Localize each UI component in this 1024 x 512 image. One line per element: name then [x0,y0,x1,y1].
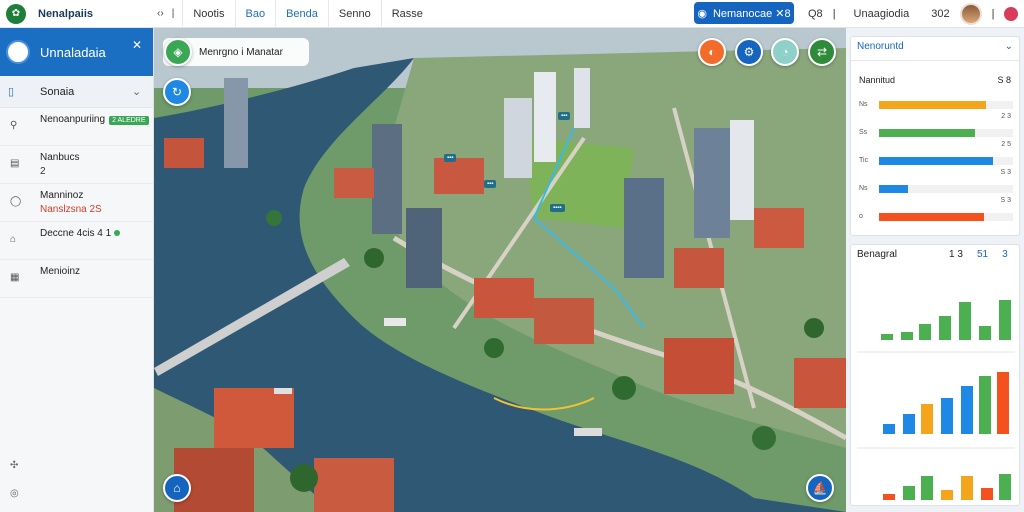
right-panel: Nenoruntd ⌄ Nannitud S 8 Ns 2 3 Ss 2 5 Ti… [846,28,1024,512]
profile-badge-icon [6,40,30,64]
map-canvas[interactable] [154,28,846,512]
document-icon: ▯ [8,86,15,98]
stats-card: Nenoruntd ⌄ Nannitud S 8 Ns 2 3 Ss 2 5 Ti… [850,36,1020,236]
sidebar-item-3[interactable]: ◯ Manninoz Nanslzsna 2S [0,184,153,222]
row-label: o [859,213,863,220]
row-label: Ns [859,101,868,108]
sidebar: Unnaladaia ✕ ▯ Sonaia ⌄ ⚲ Nenoanpuriing 2… [0,28,154,512]
close-icon[interactable]: ✕ [132,38,142,52]
tab-5[interactable]: Rasse [380,0,433,28]
row-label: Ss [859,129,868,136]
progress-bar [879,185,1013,193]
progress-fill [879,185,909,193]
home-icon: ⌂ [10,234,17,245]
chevron-down-icon: ⌄ [132,86,142,98]
row-label: Ns [859,185,868,192]
flag-icon[interactable] [1004,7,1019,21]
share-icon[interactable]: ⇄ [808,38,836,66]
city-map-view[interactable]: ▪▪▪ ▪▪▪ ▪▪▪▪ ▪▪▪ [154,28,846,512]
chart-card: Benagral 1 3 51 3 [850,244,1020,506]
settings-gear-icon[interactable]: ⚙ [735,38,763,66]
tab-4[interactable]: Senno [327,0,381,28]
stats-header-right: S 8 [997,75,1011,85]
pin-icon: ⚲ [10,120,18,131]
row-value: S 3 [1000,197,1011,204]
sidebar-item-sublabel: 2 [40,166,46,177]
map-marker-label[interactable]: ▪▪▪ [558,112,571,120]
sidebar-title: Unnaladaia [40,44,106,60]
sidebar-item-5[interactable]: ▦ Menioinz [0,260,153,298]
sidebar-item-label: Nanbucs [40,152,80,163]
progress-bar [879,101,1013,109]
sidebar-item-1[interactable]: ⚲ Nenoanpuriing 2 ALEDRE [0,108,153,146]
progress-fill [879,213,984,221]
progress-bar [879,213,1013,221]
building-icon: ▤ [10,158,20,169]
tab-1[interactable]: Nootis [182,0,234,28]
separator: | [991,8,995,20]
menu-icon[interactable]: | [172,8,175,19]
top-bar: ✿ Nenalpaiis ‹› | Nootis Bao Benda Senno… [0,0,1024,28]
primary-action-label: Nemanocae ✕8 [712,7,791,20]
nav-arrows-icon[interactable]: ‹› [157,8,164,19]
help-icon[interactable]: ◎ [10,488,19,499]
map-marker-label[interactable]: ▪▪▪ [484,180,497,188]
app-logo[interactable]: ✿ [6,3,26,24]
sidebar-item-2[interactable]: ▤ Nanbucs 2 [0,146,153,184]
sidebar-section[interactable]: ▯ Sonaia ⌄ [0,76,153,108]
separator: | [832,8,836,20]
sidebar-item-label: Nenoanpuriing [40,114,106,125]
map-layer-label: Menrgno i Manatar [199,46,283,58]
progress-bar [879,157,1013,165]
sidebar-section-label: Sonaia [40,85,75,98]
status-badge: 2 ALEDRE [109,116,149,125]
row-value: 2 3 [1001,113,1011,120]
stats-card-title[interactable]: Nenoruntd ⌄ [851,37,1019,56]
alert-icon[interactable]: ◐ [698,38,726,66]
chart-icon[interactable]: ◔ [771,38,799,66]
progress-bar [879,129,1013,137]
row-value: S 3 [1000,169,1011,176]
boat-icon[interactable]: ⛵ [806,474,834,502]
clock-icon: ◉ [697,7,707,20]
sidebar-item-label: Deccne 4cis 4 1 [40,228,112,239]
chevron-down-icon: ⌄ [1004,41,1013,52]
search-icon[interactable]: Q8 [808,8,823,20]
row-value: 2 5 [1001,141,1011,148]
user-name[interactable]: Unaagiodia [854,8,910,20]
avatar[interactable] [959,3,982,25]
sidebar-item-sublabel: Nanslzsna 2S [40,204,102,215]
map-marker-label[interactable]: ▪▪▪▪ [550,204,565,212]
tab-3[interactable]: Benda [275,0,328,28]
map-marker-label[interactable]: ▪▪▪ [444,154,457,162]
sidebar-item-label: Menioinz [40,266,81,277]
store-icon: ▦ [10,272,20,283]
top-right-controls: Q8 | Unaagiodia 302 | [808,0,1019,28]
chart-card-title: Benagral 1 3 51 3 [857,249,1008,260]
settings-icon[interactable]: ✣ [10,460,18,471]
sidebar-item-4[interactable]: ⌂ Deccne 4cis 4 1 [0,222,153,260]
progress-fill [879,129,976,137]
progress-fill [879,157,993,165]
row-label: Tic [859,157,869,164]
chat-icon: ◯ [10,196,22,207]
stats-header-left: Nannitud [859,75,896,85]
layers-icon[interactable]: ◈ [164,38,192,66]
progress-fill [879,101,987,109]
notifications-count[interactable]: 302 [931,8,949,20]
primary-action-button[interactable]: ◉ Nemanocae ✕8 [694,2,794,24]
bus-icon[interactable]: ⌂ [163,474,191,502]
tab-2[interactable]: Bao [234,0,276,28]
refresh-icon[interactable]: ↻ [163,78,191,106]
app-title: Nenalpaiis [38,7,94,20]
bar-charts [857,300,1015,500]
sidebar-item-label: Manninoz [40,190,84,201]
status-dot [114,230,121,236]
sidebar-header: Unnaladaia ✕ [0,28,153,76]
